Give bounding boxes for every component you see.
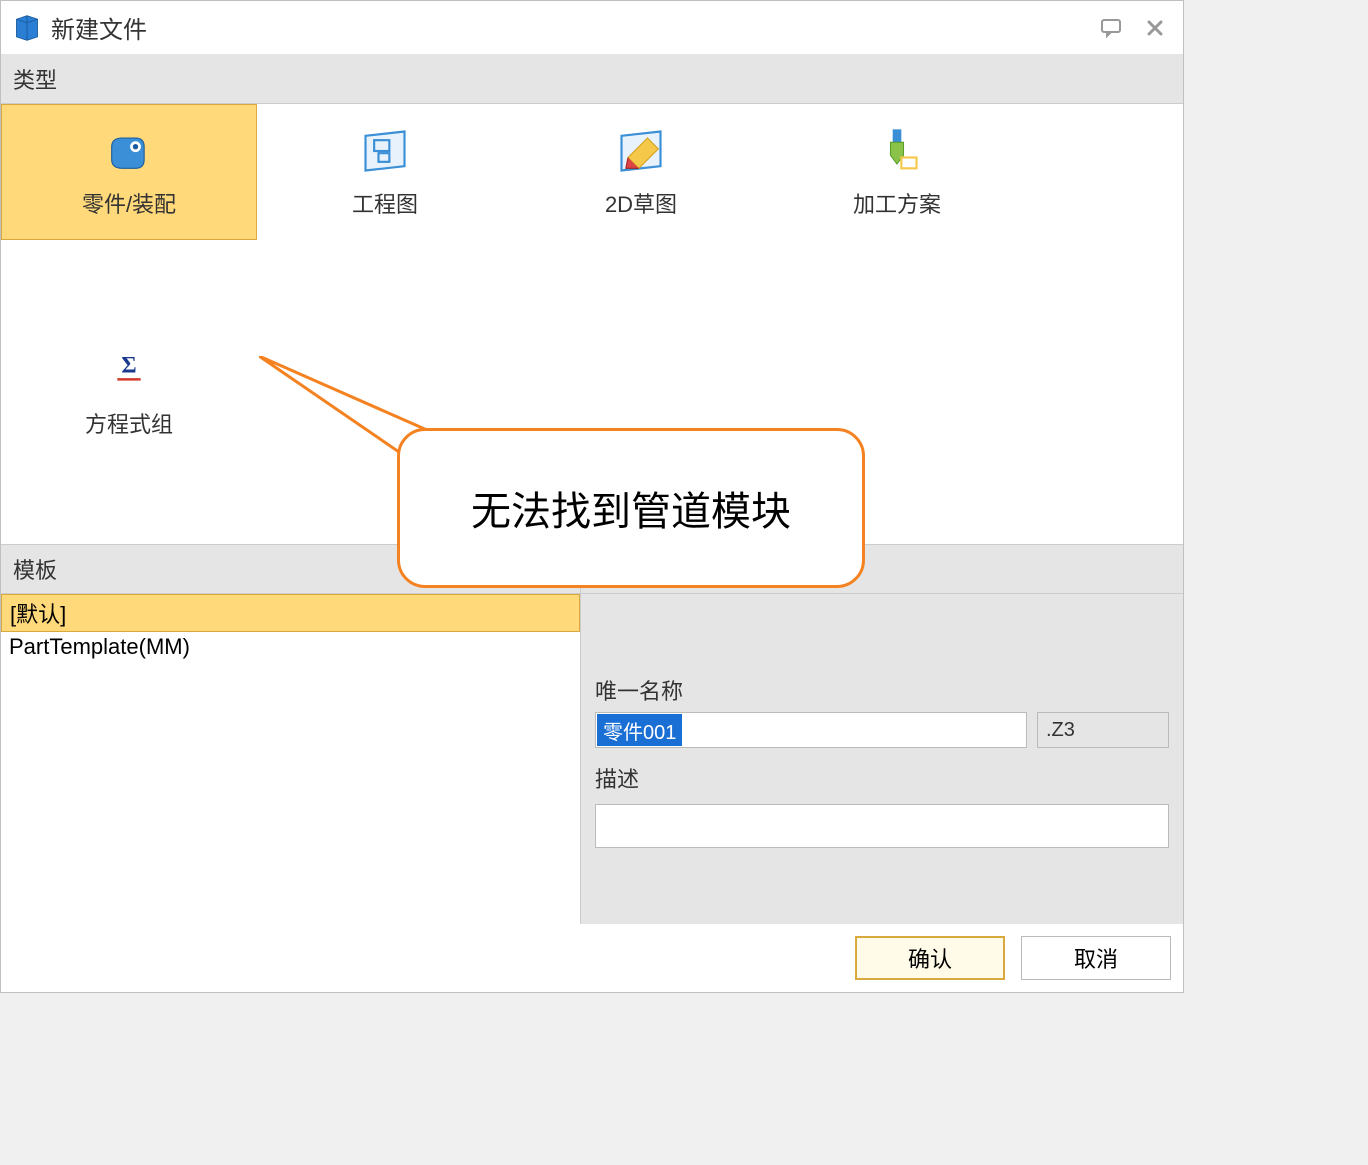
equation-icon: Σ <box>103 345 155 397</box>
desc-field-label: 描述 <box>595 762 1169 794</box>
type-label: 2D草图 <box>605 187 677 219</box>
titlebar: 新建文件 <box>1 1 1183 55</box>
drawing-icon <box>359 125 411 177</box>
svg-text:Σ: Σ <box>121 353 136 379</box>
feedback-icon[interactable] <box>1095 12 1127 44</box>
type-section-header: 类型 <box>1 55 1183 104</box>
name-field-label: 唯一名称 <box>595 674 1169 706</box>
template-row-mm[interactable]: PartTemplate(MM) <box>1 632 580 662</box>
type-label: 工程图 <box>352 187 418 219</box>
info-body: 唯一名称 零件001 .Z3 描述 <box>581 594 1183 862</box>
type-label: 零件/装配 <box>82 187 176 219</box>
machining-icon <box>871 125 923 177</box>
new-file-dialog: 新建文件 类型 零件/装配 <box>0 0 1184 993</box>
type-grid: 零件/装配 工程图 2D草图 <box>1 104 1183 544</box>
type-item-equation[interactable]: Σ 方程式组 <box>1 324 257 460</box>
callout-text: 无法找到管道模块 <box>471 479 791 537</box>
cancel-button[interactable]: 取消 <box>1021 936 1171 980</box>
type-item-part-assembly[interactable]: 零件/装配 <box>1 104 257 240</box>
template-row-default[interactable]: [默认] <box>1 594 580 632</box>
type-item-machining[interactable]: 加工方案 <box>769 104 1025 240</box>
app-icon <box>13 14 41 42</box>
type-item-2d-sketch[interactable]: 2D草图 <box>513 104 769 240</box>
extension-box[interactable]: .Z3 <box>1037 712 1169 748</box>
name-value-selection: 零件001 <box>597 714 682 746</box>
template-list: [默认] PartTemplate(MM) <box>1 594 580 924</box>
type-item-drawing[interactable]: 工程图 <box>257 104 513 240</box>
ok-button[interactable]: 确认 <box>855 936 1005 980</box>
type-label: 加工方案 <box>853 187 941 219</box>
description-input[interactable] <box>595 804 1169 848</box>
annotation-callout: 无法找到管道模块 <box>397 428 865 588</box>
part-icon <box>103 125 155 177</box>
template-panel: 模板 [默认] PartTemplate(MM) <box>1 545 581 924</box>
type-label: 方程式组 <box>85 407 173 439</box>
lower-panels: 模板 [默认] PartTemplate(MM) 信息 唯一名称 零件001 .… <box>1 544 1183 924</box>
close-icon[interactable] <box>1139 12 1171 44</box>
dialog-title: 新建文件 <box>51 10 1083 45</box>
sketch-icon <box>615 125 667 177</box>
button-bar: 确认 取消 <box>1 924 1183 992</box>
info-panel: 信息 唯一名称 零件001 .Z3 描述 <box>581 545 1183 924</box>
name-input[interactable]: 零件001 <box>595 712 1027 748</box>
name-row: 零件001 .Z3 <box>595 712 1169 748</box>
